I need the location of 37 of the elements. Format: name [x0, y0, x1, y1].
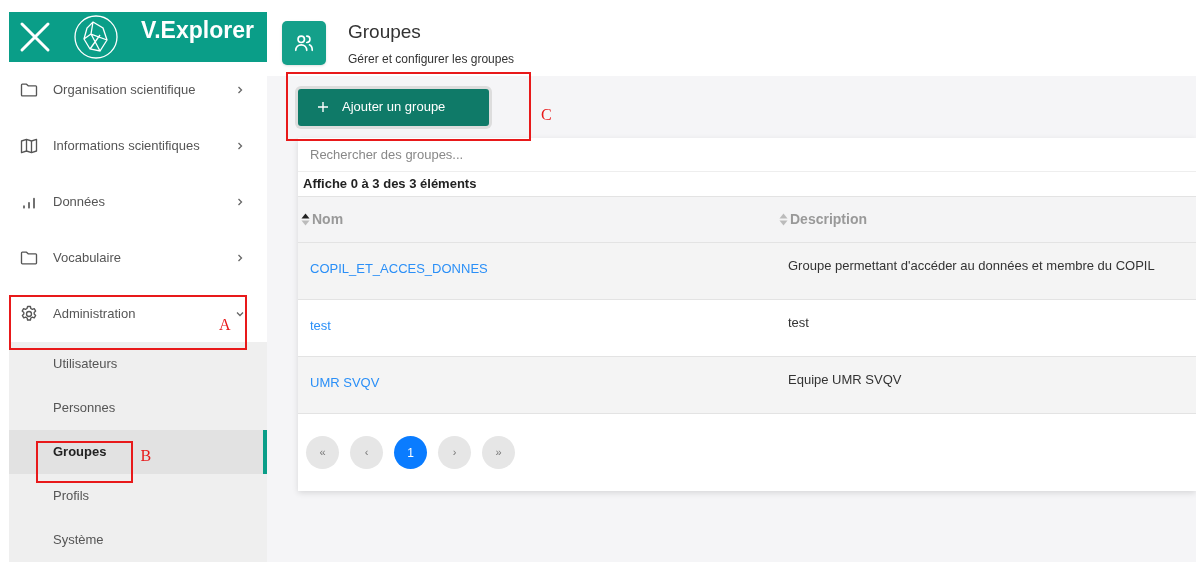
- sort-icon[interactable]: [301, 213, 310, 226]
- table-cell-text: Equipe UMR SVQV: [787, 371, 903, 389]
- annotation-letter: A: [219, 315, 231, 335]
- results-count: Affiche 0 à 3 des 3 éléments: [302, 175, 478, 194]
- pagination-button[interactable]: 1: [394, 436, 427, 469]
- logo-icon: [73, 14, 119, 60]
- add-group-button[interactable]: Ajouter un groupe: [298, 88, 489, 126]
- submenu-item[interactable]: Système: [9, 518, 267, 562]
- settings-icon: [19, 304, 39, 324]
- group-name-link[interactable]: UMR SVQV: [310, 375, 380, 390]
- close-icon[interactable]: [19, 21, 51, 53]
- annotation-letter: B: [140, 446, 152, 466]
- submenu-item[interactable]: Personnes: [9, 386, 267, 430]
- annotation-letter: C: [541, 105, 552, 125]
- plus-icon: [318, 102, 328, 112]
- group-name-link[interactable]: test: [310, 318, 331, 333]
- chevron-right-icon: [235, 141, 245, 151]
- brand-name: V.Explorer: [141, 15, 254, 45]
- users-icon: [293, 32, 315, 54]
- submenu-item[interactable]: Profils: [9, 474, 267, 518]
- submenu-item[interactable]: Utilisateurs: [9, 342, 267, 386]
- pagination-button[interactable]: «: [306, 436, 339, 469]
- map-icon: [19, 136, 39, 156]
- pagination-button[interactable]: ›: [438, 436, 471, 469]
- search-field[interactable]: Rechercher des groupes...: [298, 138, 1196, 172]
- table-cell-text: Groupe permettant d'accéder au données et membre du COPIL: [787, 257, 1156, 275]
- page-subtitle: Gérer et configurer les groupes: [348, 51, 515, 69]
- pagination-button[interactable]: ‹: [350, 436, 383, 469]
- table-cell-text: test: [787, 314, 810, 332]
- page-title: Groupes: [348, 19, 422, 44]
- group-name-link[interactable]: COPIL_ET_ACCES_DONNES: [310, 261, 488, 276]
- submenu-item[interactable]: Groupes B: [9, 430, 267, 474]
- chevron-right-icon: [235, 253, 245, 263]
- chevron-down-icon: [235, 309, 245, 319]
- pagination-button[interactable]: »: [482, 436, 515, 469]
- chevron-right-icon: [235, 197, 245, 207]
- chevron-right-icon: [235, 85, 245, 95]
